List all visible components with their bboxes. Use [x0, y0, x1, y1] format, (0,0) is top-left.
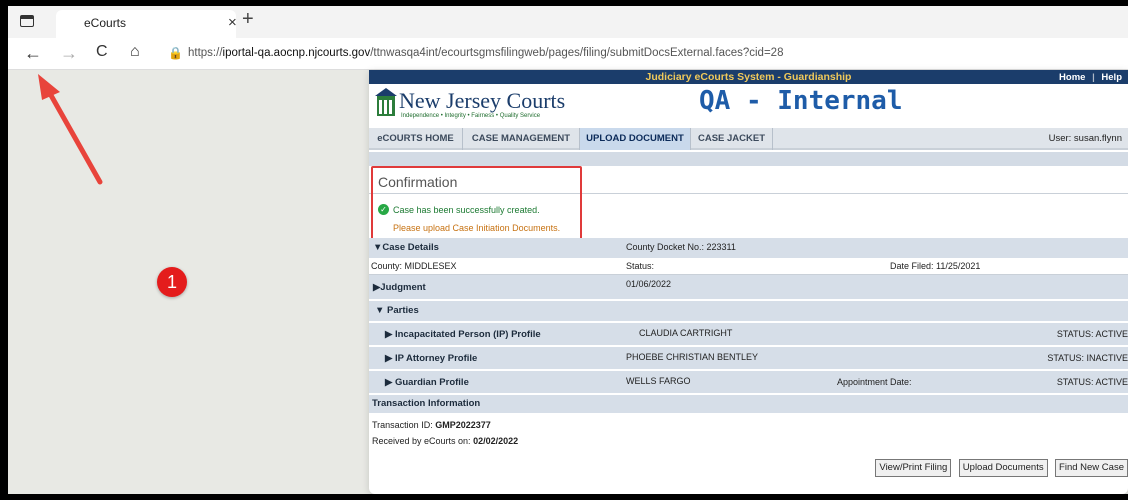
red-arrow-annotation: [38, 74, 103, 185]
received-value: 02/02/2022: [473, 436, 519, 446]
transaction-id: Transaction ID: GMP2022377: [372, 420, 491, 430]
transaction-header-row: Transaction Information: [369, 395, 1128, 413]
url-scheme: https://: [188, 47, 223, 59]
case-details-toggle[interactable]: ▼Case Details: [373, 242, 439, 253]
transaction-id-label: Transaction ID:: [372, 420, 433, 430]
environment-label: QA - Internal: [699, 86, 903, 116]
received-label: Received by eCourts on:: [372, 436, 471, 446]
tab-actions-icon[interactable]: [20, 15, 34, 27]
top-links: Home | Help: [1059, 71, 1122, 85]
ip-attorney-toggle[interactable]: ▶ IP Attorney Profile: [385, 353, 477, 364]
step-badge: 1: [157, 267, 187, 297]
ip-profile-toggle[interactable]: ▶ Incapacitated Person (IP) Profile: [385, 329, 541, 340]
reload-icon[interactable]: C: [96, 43, 108, 61]
party-name: CLAUDIA CARTRIGHT: [639, 328, 733, 338]
browser-window: eCourts × + ← → C ⌂ 🔒 https://iportal-qa…: [8, 6, 1128, 494]
close-tab-icon[interactable]: ×: [228, 14, 237, 31]
logo-tagline: Independence • Integrity • Fairness • Qu…: [401, 113, 541, 119]
party-name: PHOEBE CHRISTIAN BENTLEY: [626, 352, 759, 362]
judgment-row: ▶Judgment 01/06/2022: [369, 275, 1128, 299]
tab-title: eCourts: [84, 16, 127, 30]
lock-icon[interactable]: 🔒: [168, 46, 183, 60]
back-icon[interactable]: ←: [24, 43, 42, 64]
find-new-case-button[interactable]: Find New Case: [1055, 459, 1128, 477]
case-details-header-row: ▼Case Details County Docket No.: 223311: [369, 238, 1128, 258]
system-title-bar: Judiciary eCourts System - Guardianship …: [369, 70, 1128, 84]
nj-courts-logo-icon: [375, 88, 397, 116]
main-menu: eCOURTS HOME CASE MANAGEMENT UPLOAD DOCU…: [369, 128, 1128, 150]
party-status: STATUS: INACTIVE: [1047, 353, 1128, 363]
parties-header-row: ▼ Parties: [369, 301, 1128, 321]
guardian-profile-toggle[interactable]: ▶ Guardian Profile: [385, 377, 469, 388]
link-separator: |: [1092, 72, 1095, 83]
party-row: ▶ IP Attorney Profile PHOEBE CHRISTIAN B…: [369, 347, 1128, 369]
status-label: Status:: [626, 261, 655, 271]
address-bar-row: ← → C ⌂ 🔒 https://iportal-qa.aocnp.njcou…: [8, 38, 1128, 70]
url-path: /ttnwasqa4int/ecourtsgmsfilingweb/pages/…: [370, 47, 784, 59]
forward-icon[interactable]: →: [60, 43, 78, 64]
tab-bar: eCourts × +: [8, 6, 1128, 38]
highlight-box-annotation: [371, 166, 582, 241]
upload-documents-button[interactable]: Upload Documents: [958, 459, 1048, 477]
judgment-toggle[interactable]: ▶Judgment: [373, 282, 426, 293]
county-value: County: MIDDLESEX: [371, 261, 457, 271]
view-print-filing-button[interactable]: View/Print Filing: [875, 459, 952, 477]
home-link[interactable]: Home: [1059, 72, 1085, 83]
transaction-id-value: GMP2022377: [435, 420, 491, 430]
home-icon[interactable]: ⌂: [130, 43, 140, 61]
received-date: Received by eCourts on: 02/02/2022: [372, 436, 518, 446]
url-host: iportal-qa.aocnp.njcourts.gov: [222, 47, 371, 59]
menu-ecourts-home[interactable]: eCOURTS HOME: [369, 128, 463, 150]
help-link[interactable]: Help: [1101, 72, 1122, 83]
judgment-date: 01/06/2022: [626, 279, 672, 289]
party-name: WELLS FARGO: [626, 376, 691, 386]
system-title: Judiciary eCourts System - Guardianship: [645, 71, 852, 83]
party-row: ▶ Guardian Profile WELLS FARGO Appointme…: [369, 371, 1128, 393]
page-header: Judiciary eCourts System - Guardianship …: [369, 70, 1128, 126]
menu-case-management[interactable]: CASE MANAGEMENT: [463, 128, 580, 150]
county-docket: County Docket No.: 223311: [626, 242, 736, 252]
menu-case-jacket[interactable]: CASE JACKET: [691, 128, 773, 150]
date-filed: Date Filed: 11/25/2021: [890, 261, 981, 271]
user-label: User: susan.flynn: [1048, 133, 1122, 144]
transaction-header: Transaction Information: [372, 398, 481, 409]
appointment-date-label: Appointment Date:: [837, 377, 912, 387]
party-row: ▶ Incapacitated Person (IP) Profile CLAU…: [369, 323, 1128, 345]
logo-text: New Jersey Courts: [399, 88, 566, 113]
case-info-row: County: MIDDLESEX Status: Date Filed: 11…: [369, 258, 1128, 275]
party-status: STATUS: ACTIVE: [1056, 329, 1128, 339]
new-tab-icon[interactable]: +: [242, 8, 254, 31]
ecourts-page: Judiciary eCourts System - Guardianship …: [369, 70, 1128, 494]
url-field[interactable]: https://iportal-qa.aocnp.njcourts.gov/tt…: [188, 47, 783, 59]
parties-toggle[interactable]: ▼ Parties: [375, 305, 419, 316]
party-status: STATUS: ACTIVE: [1056, 377, 1128, 387]
menu-spacer: [369, 152, 1128, 166]
menu-upload-document[interactable]: UPLOAD DOCUMENT: [580, 128, 691, 150]
action-buttons: View/Print Filing Upload Documents Find …: [872, 457, 1128, 477]
browser-tab[interactable]: eCourts ×: [56, 10, 237, 38]
